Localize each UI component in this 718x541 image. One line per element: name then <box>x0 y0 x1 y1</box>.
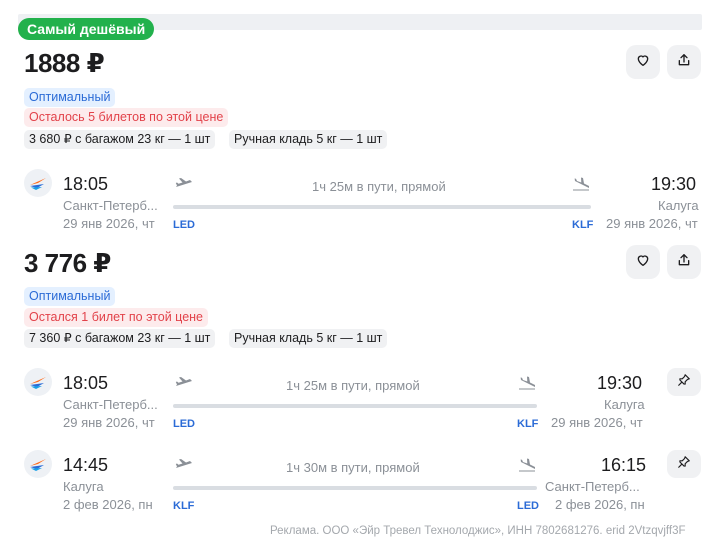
ticket-price: 3 776 ₽ <box>24 248 111 278</box>
flight-duration: 1ч 25м в пути, прямой <box>286 378 420 393</box>
route-track <box>173 404 537 408</box>
airline-logo-icon <box>24 169 52 197</box>
arrival-time: 16:15 <box>601 455 647 475</box>
seats-left-warning: Осталось 5 билетов по этой цене <box>24 108 229 127</box>
heart-icon <box>635 52 651 73</box>
pin-icon <box>677 455 691 474</box>
arrival-time: 19:30 <box>651 174 697 194</box>
landing-icon <box>572 177 590 191</box>
pin-button[interactable] <box>667 450 701 478</box>
arrival-airport-code: KLF <box>517 418 539 430</box>
favorite-button[interactable] <box>626 245 660 279</box>
seats-left-warning: Остался 1 билет по этой цене <box>24 308 209 327</box>
share-button[interactable] <box>667 245 701 279</box>
takeoff-icon <box>175 458 193 472</box>
arrival-date: 29 янв 2026, чт <box>606 216 698 231</box>
departure-date: 2 фев 2026, пн <box>63 497 153 512</box>
arrival-city: Санкт-Петерб... <box>545 479 640 494</box>
landing-icon <box>518 376 536 390</box>
favorite-button[interactable] <box>626 45 660 79</box>
route-track <box>173 205 591 209</box>
flight-duration: 1ч 25м в пути, прямой <box>312 179 446 194</box>
departure-city: Санкт-Петерб... <box>63 198 158 213</box>
departure-airport-code: LED <box>173 219 195 231</box>
cheapest-badge: Самый дешёвый <box>18 18 155 40</box>
airline-logo-icon <box>24 368 52 396</box>
arrival-city: Калуга <box>658 198 699 213</box>
departure-airport-code: KLF <box>173 500 195 512</box>
departure-airport-code: LED <box>173 418 195 430</box>
heart-icon <box>635 252 651 273</box>
departure-time: 18:05 <box>63 373 109 393</box>
baggage-option[interactable]: 7 360 ₽ с багажом 23 кг — 1 шт <box>24 329 216 348</box>
pin-icon <box>677 373 691 392</box>
airline-logo-icon <box>24 450 52 478</box>
share-icon <box>676 252 692 273</box>
share-icon <box>676 52 692 73</box>
takeoff-icon <box>175 177 193 191</box>
arrival-airport-code: KLF <box>572 219 594 231</box>
arrival-date: 29 янв 2026, чт <box>551 415 643 430</box>
departure-city: Калуга <box>63 479 104 494</box>
departure-time: 18:05 <box>63 174 109 194</box>
route-track <box>173 486 537 490</box>
ticket-price: 1888 ₽ <box>24 48 105 78</box>
departure-city: Санкт-Петерб... <box>63 397 158 412</box>
arrival-time: 19:30 <box>597 373 643 393</box>
ad-disclaimer: Реклама. ООО «Эйр Тревел Технолоджис», И… <box>270 525 686 537</box>
arrival-city: Калуга <box>604 397 645 412</box>
share-button[interactable] <box>667 45 701 79</box>
takeoff-icon <box>175 376 193 390</box>
optimal-tag: Оптимальный <box>24 88 116 107</box>
arrival-airport-code: LED <box>517 500 539 512</box>
baggage-option[interactable]: 3 680 ₽ с багажом 23 кг — 1 шт <box>24 130 216 149</box>
pin-button[interactable] <box>667 368 701 396</box>
optimal-tag: Оптимальный <box>24 287 116 306</box>
departure-date: 29 янв 2026, чт <box>63 415 155 430</box>
arrival-date: 2 фев 2026, пн <box>555 497 645 512</box>
landing-icon <box>518 458 536 472</box>
flight-duration: 1ч 30м в пути, прямой <box>286 460 420 475</box>
hand-luggage-tag: Ручная кладь 5 кг — 1 шт <box>229 130 388 149</box>
departure-time: 14:45 <box>63 455 109 475</box>
departure-date: 29 янв 2026, чт <box>63 216 155 231</box>
hand-luggage-tag: Ручная кладь 5 кг — 1 шт <box>229 329 388 348</box>
